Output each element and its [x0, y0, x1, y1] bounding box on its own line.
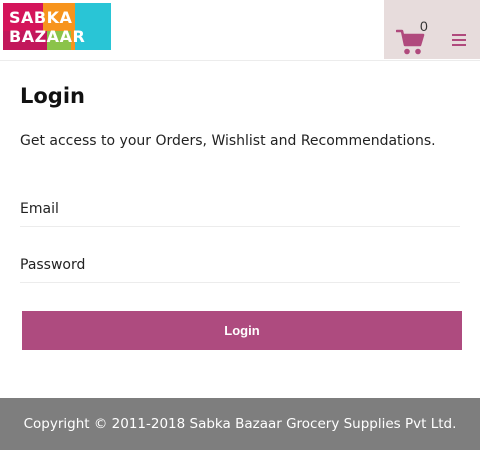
login-button[interactable]: Login: [22, 311, 462, 350]
cart-count-badge: 0: [420, 18, 428, 34]
copyright-text: Copyright © 2011-2018 Sabka Bazaar Groce…: [23, 416, 457, 432]
logo-text-line2: BAZAAR: [9, 27, 86, 46]
menu-line: [452, 34, 466, 36]
password-field[interactable]: [20, 248, 460, 283]
login-subtitle: Get access to your Orders, Wishlist and …: [20, 133, 436, 149]
page-title: Login: [20, 84, 85, 108]
menu-line: [452, 44, 466, 46]
cart-panel[interactable]: 0: [384, 0, 480, 59]
email-field[interactable]: [20, 192, 460, 227]
sabka-bazaar-logo[interactable]: SABKA BAZAAR: [3, 3, 111, 50]
logo-text-line1: SABKA: [9, 8, 73, 27]
footer: Copyright © 2011-2018 Sabka Bazaar Groce…: [0, 398, 480, 450]
menu-line: [452, 39, 466, 41]
hamburger-menu-icon[interactable]: [452, 34, 466, 47]
top-header: SABKA BAZAAR 0: [0, 0, 480, 61]
